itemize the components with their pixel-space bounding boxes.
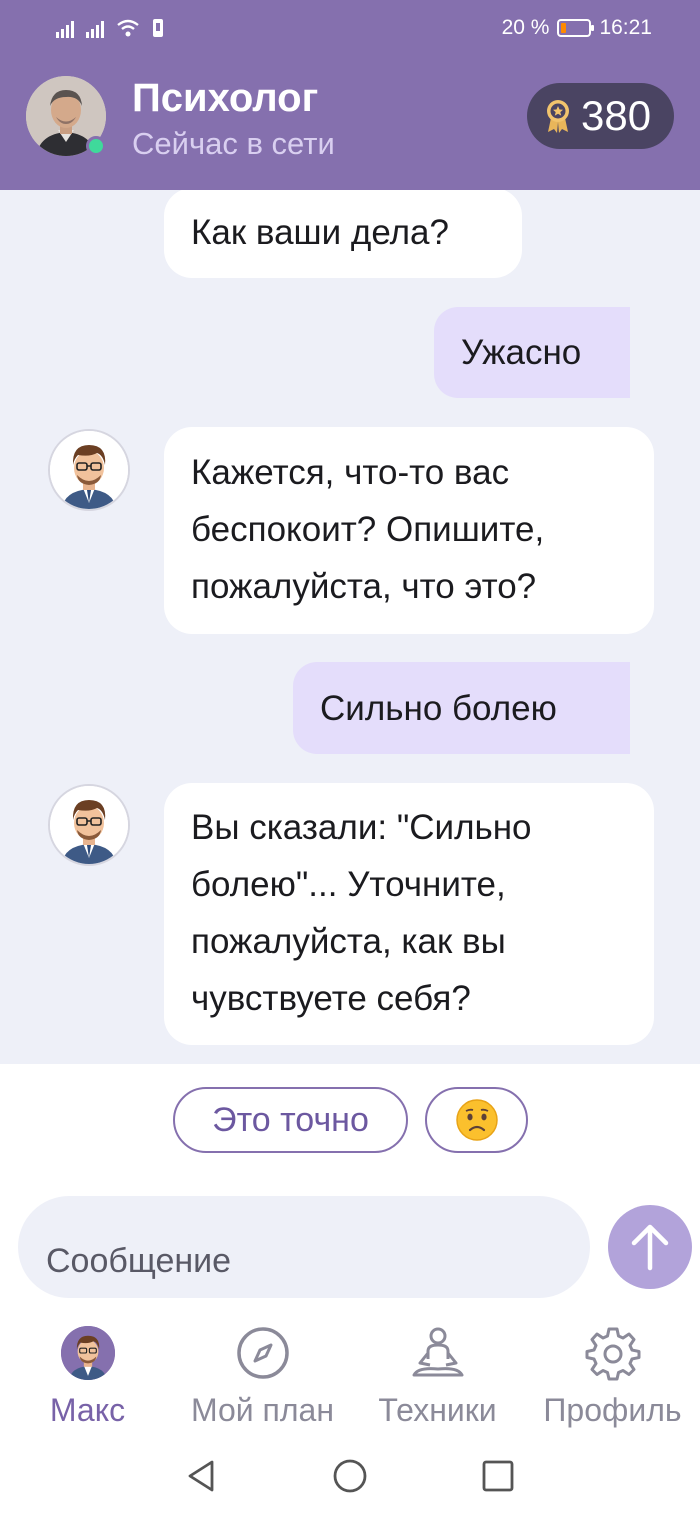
nav-label: Профиль bbox=[543, 1392, 682, 1428]
quick-reply-label: Это точно bbox=[212, 1100, 369, 1139]
battery-icon bbox=[557, 19, 595, 37]
app-header: 20 % 16:21 Психолог Сейчас в сети 380 bbox=[0, 0, 700, 190]
nav-label: Мой план bbox=[190, 1392, 335, 1428]
battery-level bbox=[561, 23, 567, 33]
signal-icon bbox=[56, 18, 74, 38]
recents-icon[interactable] bbox=[481, 1458, 515, 1494]
signal-icon bbox=[86, 18, 104, 38]
avatar-icon bbox=[60, 1326, 115, 1380]
nav-label: Техники bbox=[378, 1392, 497, 1428]
message-line: пожалуйста, как вы bbox=[191, 922, 506, 961]
medal-star-icon bbox=[547, 100, 569, 133]
message-input[interactable]: Сообщение bbox=[18, 1196, 590, 1298]
message-text: Как ваши дела? bbox=[191, 213, 449, 252]
send-button[interactable] bbox=[608, 1205, 692, 1289]
quick-reply-sad-emoji[interactable] bbox=[425, 1087, 528, 1153]
gear-icon bbox=[585, 1327, 640, 1381]
bot-message: Кажется, что-то вас беспокоит? Опишите, … bbox=[164, 427, 654, 634]
online-status: Сейчас в сети bbox=[132, 126, 335, 161]
battery-percent: 20 % bbox=[501, 16, 550, 39]
chat-title: Психолог bbox=[132, 76, 319, 120]
bottom-panel: Это точно Сообщение Макс Мой план Техник… bbox=[0, 1064, 700, 1517]
clock: 16:21 bbox=[599, 16, 652, 39]
user-message: Сильно болею bbox=[293, 662, 630, 754]
sim-icon bbox=[153, 19, 163, 37]
bot-avatar bbox=[48, 429, 130, 511]
back-icon[interactable] bbox=[184, 1458, 218, 1494]
bot-avatar bbox=[48, 784, 130, 866]
status-bar: 20 % 16:21 bbox=[0, 0, 700, 60]
status-icons bbox=[56, 18, 164, 38]
home-icon[interactable] bbox=[332, 1458, 368, 1494]
status-right: 20 % 16:21 bbox=[502, 16, 652, 40]
quick-reply-this-is-right[interactable]: Это точно bbox=[173, 1087, 408, 1153]
message-line: пожалуйста, что это? bbox=[191, 567, 537, 606]
nav-tab-profile[interactable]: Профиль bbox=[525, 1322, 700, 1437]
compass-icon bbox=[236, 1327, 289, 1379]
online-indicator bbox=[86, 136, 106, 156]
nav-label: Макс bbox=[49, 1392, 126, 1428]
message-line: Кажется, что-то вас bbox=[191, 453, 510, 492]
wifi-icon bbox=[117, 19, 139, 37]
message-line: болею"... Уточните, bbox=[191, 865, 506, 904]
meditation-icon bbox=[412, 1327, 463, 1377]
system-navigation-bar bbox=[0, 1438, 700, 1517]
message-text: Ужасно bbox=[461, 333, 582, 372]
user-message: Ужасно bbox=[434, 307, 630, 398]
chat-area[interactable]: Как ваши дела? Ужасно Кажется, что-то ва… bbox=[0, 190, 700, 1064]
arrow-up-icon bbox=[631, 1224, 669, 1271]
nav-tab-techniques[interactable]: Техники bbox=[350, 1322, 525, 1437]
sad-face-emoji bbox=[455, 1099, 498, 1141]
bot-message: Как ваши дела? bbox=[164, 190, 522, 278]
message-line: Вы сказали: "Сильно bbox=[191, 808, 532, 847]
nav-tab-my-plan[interactable]: Мой план bbox=[175, 1322, 350, 1437]
points-value: 380 bbox=[581, 92, 652, 139]
message-text: Сильно болею bbox=[320, 689, 557, 728]
points-badge[interactable]: 380 bbox=[527, 83, 674, 149]
message-input-placeholder: Сообщение bbox=[46, 1242, 232, 1280]
bot-message: Вы сказали: "Сильно болею"... Уточните, … bbox=[164, 783, 654, 1045]
message-line: чувствуете себя? bbox=[191, 979, 471, 1018]
message-line: беспокоит? Опишите, bbox=[191, 510, 545, 549]
nav-tab-maks[interactable]: Макс bbox=[0, 1322, 175, 1437]
